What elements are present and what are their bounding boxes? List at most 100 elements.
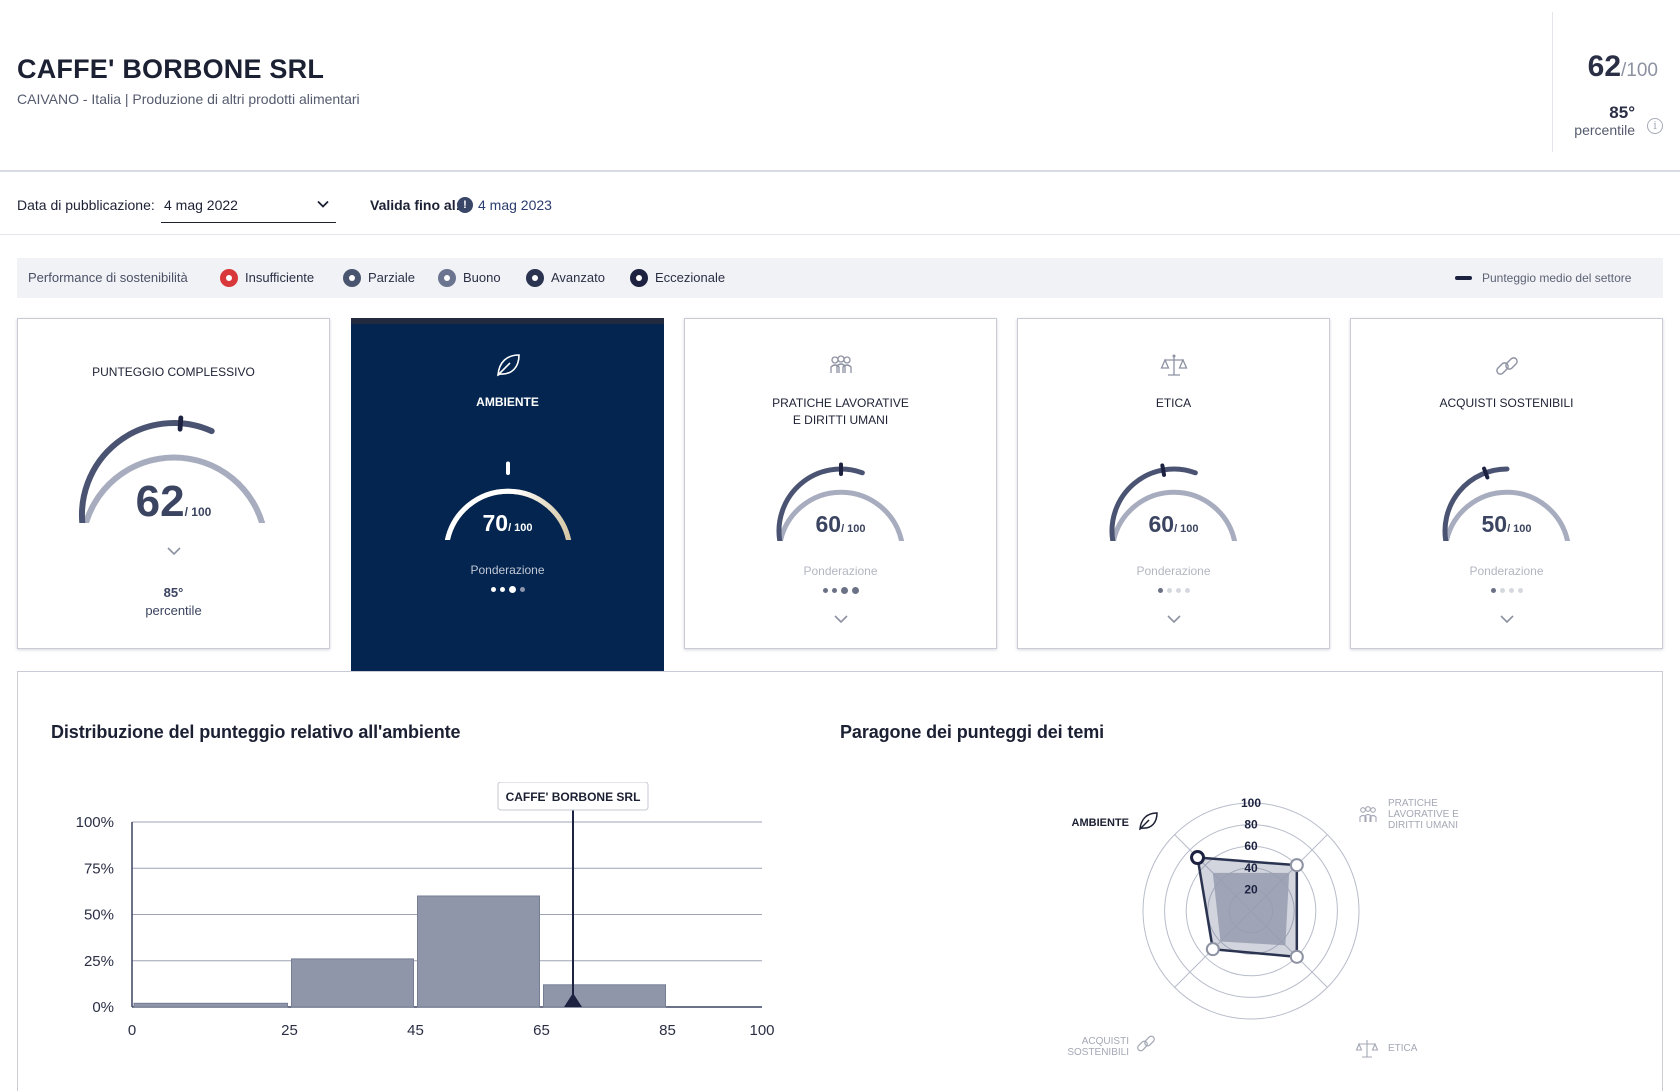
publication-date-value: 4 mag 2022 — [164, 197, 238, 213]
valid-until-label: Valida fino al: — [370, 197, 461, 213]
overall-score-value: 62 — [1587, 50, 1622, 83]
histogram-bar — [417, 895, 540, 1008]
gauge-pratiche-score: 60/ 100 — [815, 511, 866, 537]
weight-dot — [840, 587, 848, 595]
radar-axis-label-ambiente: AMBIENTE — [1072, 817, 1129, 829]
card-title: ETICA — [1155, 396, 1192, 410]
warning-icon: ! — [457, 197, 473, 213]
weight-label: Ponderazione — [1469, 564, 1544, 578]
overall-score: 62/100 — [1588, 50, 1658, 84]
radar-point — [1190, 850, 1206, 866]
card-overall-score[interactable]: PUNTEGGIO COMPLESSIVO 62/ 100 85° percen… — [17, 318, 330, 649]
weight-dot — [1157, 588, 1163, 594]
overall-score-denominator: /100 — [1621, 60, 1658, 81]
radar-tick-label: 60 — [1244, 839, 1258, 853]
distribution-title: Distribuzione del punteggio relativo all… — [51, 722, 461, 742]
histogram-bar — [543, 984, 666, 1008]
y-tick-label: 50% — [84, 907, 114, 924]
card-title-line1: PRATICHE LAVORATIVE — [772, 396, 909, 410]
x-tick-label: 85 — [659, 1022, 676, 1039]
page-header: CAFFE' BORBONE SRL CAIVANO - Italia | Pr… — [0, 0, 1680, 172]
info-icon[interactable]: i — [1647, 118, 1663, 134]
weight-dot — [1508, 588, 1514, 594]
legend-dot-parziale — [343, 269, 361, 287]
weight-dot — [822, 588, 828, 594]
x-tick-label: 25 — [281, 1022, 298, 1039]
gauge-etica-score: 60/ 100 — [1148, 511, 1199, 537]
weight-label: Ponderazione — [470, 563, 545, 577]
histogram-bar — [133, 1002, 288, 1008]
weight-dot — [831, 588, 837, 594]
weight-dots — [1351, 582, 1662, 600]
sector-average-tick — [1159, 463, 1166, 477]
card-ambiente[interactable]: AMBIENTE 70/ 100 Ponderazione — [351, 318, 664, 672]
radar-title: Paragone dei punteggi dei temi — [840, 722, 1105, 742]
weight-dot — [851, 587, 859, 595]
publication-date-select[interactable]: 4 mag 2022 — [161, 187, 336, 223]
weight-dot — [490, 587, 496, 593]
scales-icon — [1160, 354, 1187, 376]
link-icon — [1137, 1035, 1155, 1052]
card-percentile: 85° — [163, 585, 184, 600]
card-title: ACQUISTI SOSTENIBILI — [1439, 396, 1574, 410]
performance-legend: Performance di sostenibilità Insufficien… — [17, 258, 1663, 298]
legend-dot-avanzato — [526, 269, 544, 287]
y-tick-label: 25% — [84, 953, 114, 970]
weight-dot — [1175, 588, 1181, 594]
overall-score-box: 62/100 85° percentile i — [1552, 12, 1680, 152]
weight-dot — [1166, 588, 1172, 594]
weight-dot — [1184, 588, 1190, 594]
people-icon — [1359, 806, 1377, 822]
chevron-down-icon[interactable] — [1166, 613, 1182, 625]
card-acquisti-sostenibili[interactable]: ACQUISTI SOSTENIBILI 50/ 100 Ponderazion… — [1350, 318, 1663, 649]
histogram-bar — [291, 958, 414, 1008]
weight-dot — [1499, 588, 1505, 594]
y-tick-label: 0% — [92, 999, 114, 1016]
card-title-line2: E DIRITTI UMANI — [792, 413, 889, 427]
overall-percentile: 85° — [1609, 103, 1635, 122]
radar-tick-label: 80 — [1244, 818, 1258, 832]
radar-axis-label-pratiche: PRATICHE — [1388, 798, 1438, 809]
chevron-down-icon[interactable] — [1499, 613, 1515, 625]
weight-label: Ponderazione — [1136, 564, 1211, 578]
card-percentile-label: percentile — [145, 603, 202, 618]
radar-point — [1289, 858, 1304, 873]
weight-dot — [1517, 588, 1523, 594]
weight-dot — [508, 586, 516, 594]
chevron-down-icon[interactable] — [833, 613, 849, 625]
weight-dot — [499, 587, 505, 593]
leaf-icon — [1139, 812, 1158, 831]
company-marker-label: CAFFE' BORBONE SRL — [506, 790, 641, 804]
distribution-chart: 0% 25% 50% 75% 100% 0 25 45 65 85 100 CAFFE' BORBON… — [76, 782, 775, 1039]
radar-axis-label-acquisti: SOSTENIBILI — [1067, 1047, 1129, 1058]
gauge-ambiente-score: 70/ 100 — [482, 510, 533, 536]
valid-until-date: 4 mag 2023 — [478, 197, 552, 213]
radar-point — [1289, 949, 1304, 964]
weight-dot — [519, 587, 525, 593]
x-tick-label: 45 — [407, 1022, 424, 1039]
legend-dot-eccezionale — [630, 269, 648, 287]
y-tick-label: 100% — [76, 814, 114, 831]
date-bar: Data di pubblicazione: 4 mag 2022 Valida… — [0, 173, 1680, 235]
publication-date-label: Data di pubblicazione: — [17, 197, 155, 213]
weight-dots — [351, 581, 664, 599]
radar-axis-label-etica: ETICA — [1388, 1043, 1418, 1054]
card-pratiche-lavorative[interactable]: PRATICHE LAVORATIVE E DIRITTI UMANI 60/ … — [684, 318, 997, 649]
weight-label: Ponderazione — [803, 564, 878, 578]
radar-tick-label: 20 — [1244, 882, 1258, 896]
radar-axis-label-pratiche: DIRITTI UMANI — [1388, 820, 1458, 831]
company-name: CAFFE' BORBONE SRL — [17, 54, 325, 84]
detail-panel: Distribuzione del punteggio relativo all… — [17, 671, 1663, 1091]
overall-percentile-label: percentile — [1574, 122, 1635, 138]
sector-average-marker-icon — [1455, 276, 1472, 280]
company-subtitle: CAIVANO - Italia | Produzione di altri p… — [17, 91, 360, 107]
chevron-down-icon — [317, 200, 329, 208]
gauge-acquisti-score: 50/ 100 — [1481, 511, 1532, 537]
sector-average-tick — [177, 415, 183, 432]
chevron-down-icon[interactable] — [166, 545, 182, 557]
radar-axis-label-pratiche: LAVORATIVE E — [1388, 809, 1459, 820]
radar-tick-label: 40 — [1244, 861, 1258, 875]
weight-dots — [1018, 582, 1329, 600]
card-etica[interactable]: ETICA 60/ 100 Ponderazione — [1017, 318, 1330, 649]
weight-dots — [685, 582, 996, 600]
